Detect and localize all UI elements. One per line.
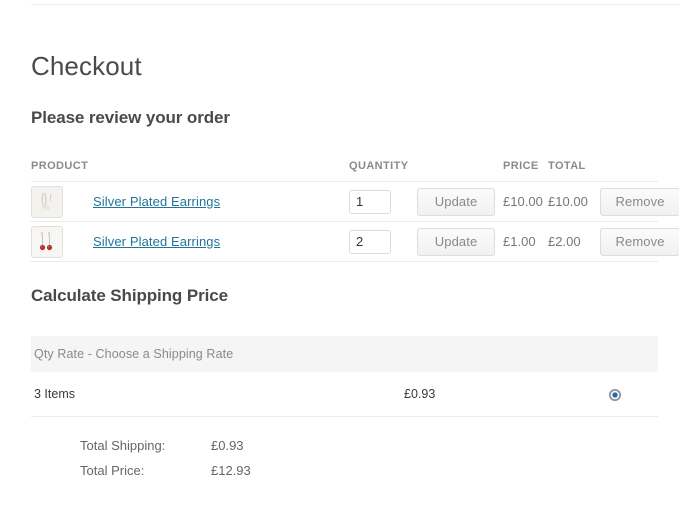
list-item[interactable]: 3 Items £0.93 <box>31 372 659 417</box>
cart-table: PRODUCT QUANTITY PRICE TOTAL Silver Plat… <box>31 160 679 262</box>
product-link[interactable]: Silver Plated Earrings <box>93 194 220 209</box>
page-title: Checkout <box>31 51 142 81</box>
header-price: PRICE <box>503 160 549 182</box>
cart-row-thumbnail-cell <box>31 181 93 222</box>
table-row: Silver Plated Earrings Update £1.00 £2.0… <box>31 221 679 262</box>
cart-row-name-cell: Silver Plated Earrings <box>93 181 350 222</box>
total-shipping-value: £0.93 <box>211 438 244 453</box>
shipping-heading: Calculate Shipping Price <box>31 286 228 305</box>
cart-row-remove-cell: Remove <box>600 181 679 222</box>
cart-row-update-cell: Update <box>417 221 504 262</box>
cart-row-qty-cell <box>349 221 418 262</box>
earrings-thumbnail-icon <box>31 225 63 258</box>
shipping-rate-radio-cell[interactable] <box>581 372 659 417</box>
header-total: TOTAL <box>548 160 601 182</box>
review-order-heading: Please review your order <box>31 108 230 127</box>
table-row: Silver Plated Earrings Update £10.00 £10… <box>31 181 679 222</box>
earrings-thumbnail-icon <box>31 185 63 218</box>
quantity-input[interactable] <box>349 189 392 214</box>
shipping-rates-table: Qty Rate - Choose a Shipping Rate 3 Item… <box>31 336 659 417</box>
update-button[interactable]: Update <box>417 187 496 216</box>
cart-row-qty-cell <box>349 181 418 222</box>
checkout-page: Checkout Please review your order PRODUC… <box>0 0 679 509</box>
shipping-rate-group-label: Qty Rate - Choose a Shipping Rate <box>31 336 659 372</box>
cart-row-thumbnail-cell <box>31 221 93 262</box>
update-button[interactable]: Update <box>417 227 496 256</box>
top-divider <box>31 4 679 5</box>
cart-row-total: £2.00 <box>548 221 601 262</box>
product-link[interactable]: Silver Plated Earrings <box>93 234 220 249</box>
shipping-rate-radio[interactable] <box>609 388 621 401</box>
order-totals: Total Shipping: £0.93 Total Price: £12.9… <box>80 433 251 483</box>
quantity-input[interactable] <box>349 229 392 254</box>
total-shipping-row: Total Shipping: £0.93 <box>80 433 251 458</box>
total-price-row: Total Price: £12.93 <box>80 458 251 483</box>
header-product: PRODUCT <box>31 160 350 182</box>
header-actions <box>600 160 659 182</box>
cart-row-remove-cell: Remove <box>600 221 679 262</box>
shipping-rate-group-row: Qty Rate - Choose a Shipping Rate <box>31 336 659 372</box>
shipping-rate-price: £0.93 <box>401 372 581 417</box>
cart-row-update-cell: Update <box>417 181 504 222</box>
cart-row-total: £10.00 <box>548 181 601 222</box>
shipping-rate-label: 3 Items <box>31 372 401 417</box>
total-shipping-label: Total Shipping: <box>80 438 166 453</box>
cart-header-row: PRODUCT QUANTITY PRICE TOTAL <box>31 160 659 182</box>
cart-row-price: £1.00 <box>503 221 549 262</box>
cart-row-price: £10.00 <box>503 181 549 222</box>
cart-row-name-cell: Silver Plated Earrings <box>93 221 350 262</box>
remove-button[interactable]: Remove <box>600 187 679 216</box>
total-price-label: Total Price: <box>80 463 145 478</box>
total-price-value: £12.93 <box>211 463 251 478</box>
header-quantity: QUANTITY <box>349 160 504 182</box>
remove-button[interactable]: Remove <box>600 227 679 256</box>
